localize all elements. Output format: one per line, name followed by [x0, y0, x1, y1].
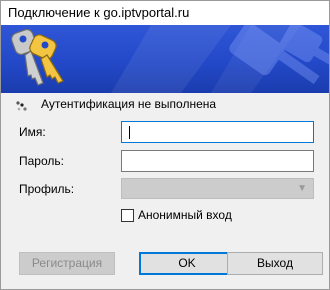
keys-banner-image — [10, 25, 329, 93]
title-bar: Подключение к go.iptvportal.ru — [1, 1, 329, 25]
profile-label: Профиль: — [19, 182, 75, 196]
text-caret — [129, 126, 130, 139]
login-dialog: Подключение к go.iptvportal.ru Аутентифи… — [0, 0, 330, 290]
ok-button[interactable]: OK — [139, 252, 235, 275]
exit-button[interactable]: Выход — [227, 252, 323, 275]
password-label: Пароль: — [19, 154, 64, 168]
window-title: Подключение к go.iptvportal.ru — [8, 5, 190, 20]
status-text: Аутентификация не выполнена — [41, 97, 217, 111]
password-input[interactable] — [121, 150, 314, 172]
username-input[interactable] — [121, 121, 314, 143]
banner — [1, 25, 329, 93]
anonymous-login-checkbox[interactable] — [121, 209, 134, 222]
chevron-down-icon: ▼ — [297, 183, 307, 194]
profile-select[interactable]: ▼ — [121, 178, 314, 199]
spinner-icon — [16, 101, 27, 111]
keys-icon — [10, 28, 64, 86]
username-label: Имя: — [19, 125, 46, 139]
anonymous-login-label[interactable]: Анонимный вход — [138, 208, 232, 222]
register-button[interactable]: Регистрация — [19, 252, 115, 275]
